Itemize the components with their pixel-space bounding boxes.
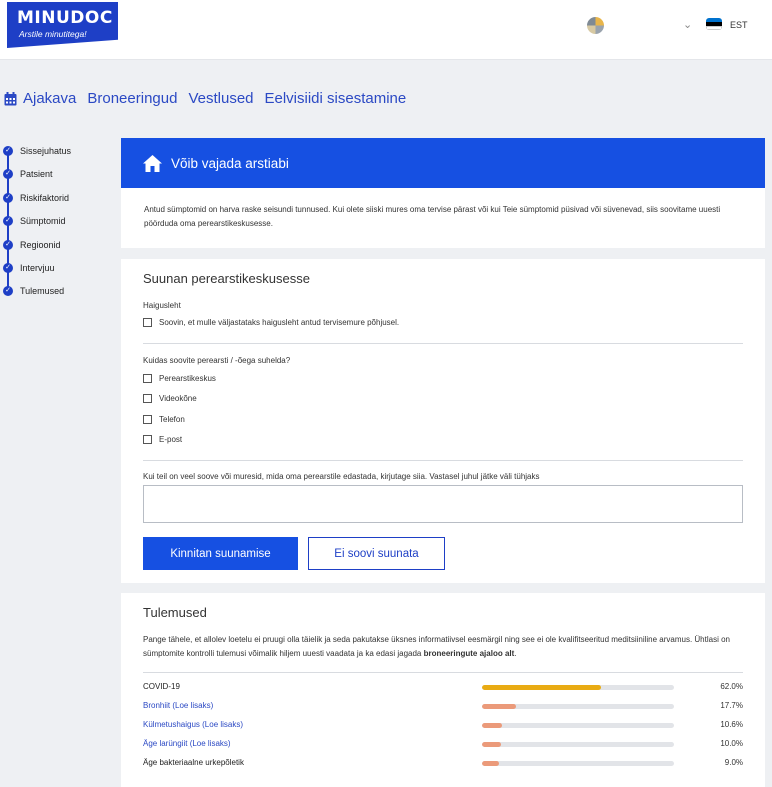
check-icon: ✓: [3, 169, 13, 180]
step-label: Riskifaktorid: [20, 192, 70, 203]
result-name: COVID-19: [143, 682, 180, 691]
sick-leave-option[interactable]: Soovin, et mulle väljastataks haigusleht…: [143, 318, 399, 327]
checkbox[interactable]: [143, 435, 152, 444]
estonia-flag-icon[interactable]: [706, 18, 722, 30]
result-row[interactable]: Äge larüngiit (Loe lisaks) 10.0%: [143, 739, 743, 751]
result-name[interactable]: Äge larüngiit (Loe lisaks): [143, 739, 231, 748]
chevron-down-icon[interactable]: ⌄: [683, 18, 692, 31]
result-bar-fill: [482, 704, 516, 709]
calendar-icon: [4, 91, 17, 105]
divider: [143, 343, 743, 344]
step-label: Tulemused: [20, 286, 65, 297]
result-bar: [482, 704, 674, 709]
contact-option-telefon[interactable]: Telefon: [143, 415, 185, 424]
step-item[interactable]: ✓ Intervjuu: [3, 261, 113, 284]
result-row: Äge bakteriaalne urkepõletik 9.0%: [143, 758, 743, 770]
alert-header: Võib vajada arstiabi: [121, 138, 765, 188]
step-item[interactable]: ✓ Tulemused: [3, 284, 113, 307]
avatar[interactable]: [587, 17, 604, 34]
result-percent: 62.0%: [720, 682, 743, 691]
top-bar: MINUDOC Arstile minutitega! ⌄ EST: [0, 0, 772, 60]
check-icon: ✓: [3, 146, 13, 156]
step-item[interactable]: ✓ Sümptomid: [3, 214, 113, 237]
result-bar-fill: [482, 723, 503, 728]
check-icon: ✓: [3, 216, 13, 227]
nav-item-broneeringud[interactable]: Broneeringud: [87, 90, 177, 107]
alert-title: Võib vajada arstiabi: [171, 155, 289, 171]
result-row: COVID-19 62.0%: [143, 682, 743, 694]
sick-leave-label: Haigusleht: [143, 301, 181, 310]
result-bar-fill: [482, 742, 502, 747]
result-row[interactable]: Bronhiit (Loe lisaks) 17.7%: [143, 701, 743, 713]
home-icon: [143, 154, 162, 172]
comment-label: Kui teil on veel soove või muresid, mida…: [143, 472, 540, 481]
divider: [143, 460, 743, 461]
nav-item-ajakava[interactable]: Ajakava: [23, 90, 76, 107]
check-icon: ✓: [3, 239, 13, 250]
referral-title: Suunan perearstikeskusesse: [143, 271, 310, 286]
step-label: Sümptomid: [20, 216, 66, 227]
results-card: Tulemused Pange tähele, et allolev loete…: [121, 593, 765, 787]
checkbox[interactable]: [143, 415, 152, 424]
result-name[interactable]: Bronhiit (Loe lisaks): [143, 701, 213, 710]
step-progress: ✓ Sissejuhatus ✓ Patsient ✓ Riskifaktorid ✓…: [3, 144, 113, 308]
step-item[interactable]: ✓ Regioonid: [3, 238, 113, 261]
contact-question: Kuidas soovite perearsti / -õega suhelda…: [143, 356, 291, 365]
contact-option-videokone[interactable]: Videokõne: [143, 394, 197, 403]
result-percent: 17.7%: [720, 701, 743, 710]
contact-option-label: Videokõne: [159, 394, 197, 403]
step-item[interactable]: ✓ Sissejuhatus: [3, 144, 113, 167]
check-icon: ✓: [3, 286, 13, 297]
divider: [143, 672, 743, 673]
step-label: Intervjuu: [20, 262, 55, 273]
step-item[interactable]: ✓ Patsient: [3, 167, 113, 190]
result-bar-fill: [482, 685, 602, 690]
checkbox[interactable]: [143, 374, 152, 383]
language-selector[interactable]: EST: [730, 20, 748, 30]
results-note: Pange tähele, et allolev loetelu ei pruu…: [143, 635, 730, 658]
checkbox[interactable]: [143, 318, 152, 327]
sick-leave-option-label: Soovin, et mulle väljastataks haigusleht…: [159, 318, 400, 327]
nav-item-vestlused[interactable]: Vestlused: [188, 90, 253, 107]
history-link[interactable]: broneeringute ajaloo alt: [424, 649, 515, 658]
result-percent: 10.0%: [720, 739, 743, 748]
contact-option-perearstikeskus[interactable]: Perearstikeskus: [143, 374, 216, 383]
contact-option-label: E-post: [159, 435, 183, 444]
comment-textarea[interactable]: [143, 485, 743, 523]
brand-name: MINUDOC: [17, 8, 113, 28]
result-name: Äge bakteriaalne urkepõletik: [143, 758, 244, 767]
result-percent: 9.0%: [724, 758, 743, 767]
result-bar: [482, 723, 674, 728]
brand-tagline: Arstile minutitega!: [19, 29, 87, 39]
check-icon: ✓: [3, 262, 13, 273]
brand-logo[interactable]: MINUDOC Arstile minutitega!: [7, 2, 118, 48]
result-percent: 10.6%: [720, 720, 743, 729]
contact-option-epost[interactable]: E-post: [143, 435, 182, 444]
contact-option-label: Telefon: [159, 415, 185, 424]
confirm-referral-button[interactable]: Kinnitan suunamise: [143, 537, 298, 570]
step-item[interactable]: ✓ Riskifaktorid: [3, 191, 113, 214]
step-label: Sissejuhatus: [20, 146, 72, 156]
alert-body: Antud sümptomid on harva raske seisundi …: [121, 188, 765, 248]
results-title: Tulemused: [143, 605, 207, 620]
decline-referral-button[interactable]: Ei soovi suunata: [308, 537, 445, 570]
step-label: Regioonid: [20, 239, 61, 250]
referral-card: Suunan perearstikeskusesse Haigusleht So…: [121, 259, 765, 583]
result-bar: [482, 761, 674, 766]
checkbox[interactable]: [143, 394, 152, 403]
nav-item-eelvisiit[interactable]: Eelvisiidi sisestamine: [265, 90, 407, 107]
step-label: Patsient: [20, 169, 53, 180]
contact-option-label: Perearstikeskus: [159, 374, 216, 383]
result-bar-fill: [482, 761, 500, 766]
result-bar: [482, 685, 674, 690]
result-name[interactable]: Külmetushaigus (Loe lisaks): [143, 720, 243, 729]
result-bar: [482, 742, 674, 747]
main-nav: Ajakava Broneeringud Vestlused Eelvisiid…: [4, 90, 406, 107]
result-row[interactable]: Külmetushaigus (Loe lisaks) 10.6%: [143, 720, 743, 732]
check-icon: ✓: [3, 192, 13, 203]
